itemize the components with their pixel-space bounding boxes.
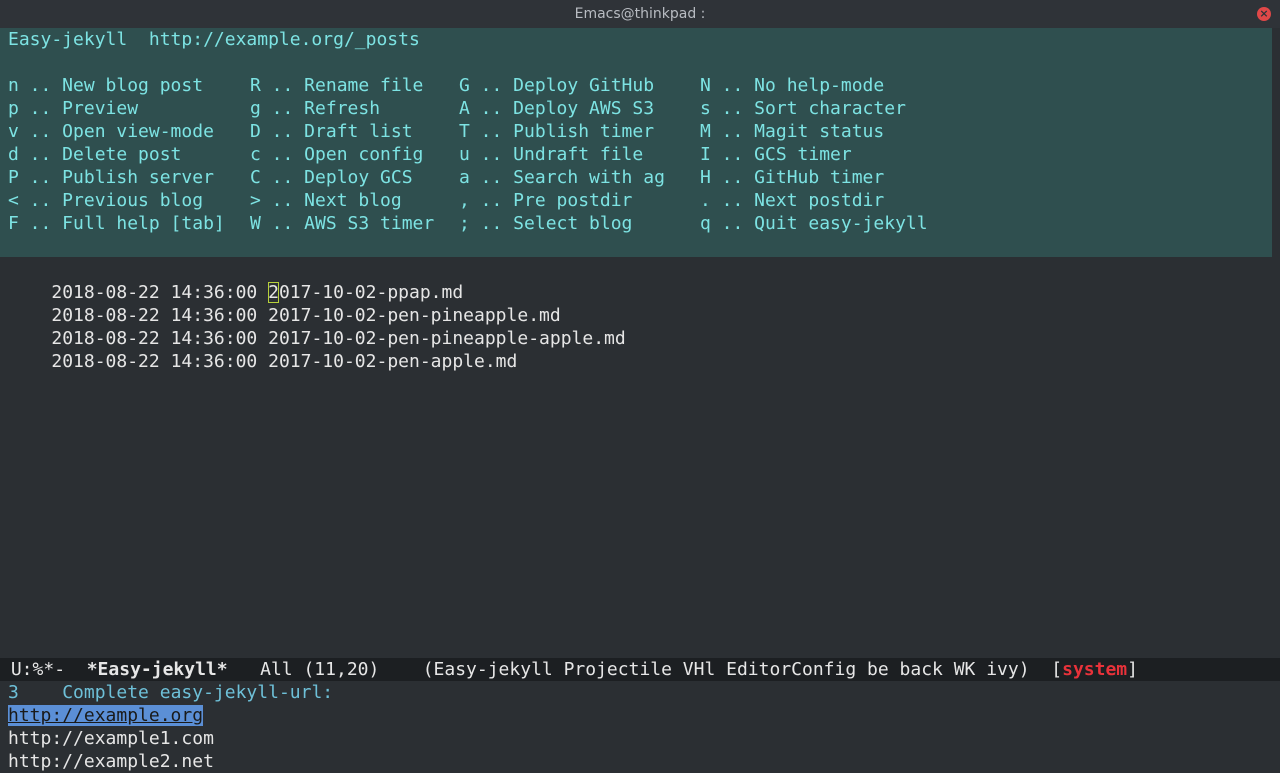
- post-row[interactable]: 2018-08-22 14:36:00 2017-10-02-ppap.md: [8, 258, 463, 303]
- post-row[interactable]: 2018-08-22 14:36:00 2017-10-02-pen-apple…: [8, 327, 517, 372]
- candidate-count: 3: [8, 682, 19, 703]
- help-row: p .. Preview g .. Refresh A .. Deploy AW…: [8, 97, 1272, 120]
- completion-candidate[interactable]: http://example1.com: [8, 728, 214, 749]
- modeline-position: All (11,20): [260, 659, 380, 680]
- post-filename: 2017-10-02-pen-apple.md: [268, 351, 518, 372]
- help-item: , .. Pre postdir: [459, 190, 633, 211]
- help-item: a .. Search with ag: [459, 167, 665, 188]
- header-title-line: Easy-jekyll http://example.org/_posts: [8, 29, 420, 50]
- completion-candidate[interactable]: http://example2.net: [8, 751, 214, 772]
- help-item: . .. Next postdir: [700, 190, 885, 211]
- help-item: H .. GitHub timer: [700, 167, 885, 188]
- help-item: W .. AWS S3 timer: [250, 213, 435, 234]
- help-row: n .. New blog post R .. Rename file G ..…: [8, 74, 1272, 97]
- post-row[interactable]: 2018-08-22 14:36:00 2017-10-02-pen-pinea…: [8, 281, 560, 326]
- help-item: c .. Open config: [250, 144, 424, 165]
- help-item: v .. Open view-mode: [8, 121, 214, 142]
- help-item: n .. New blog post: [8, 75, 204, 96]
- easy-jekyll-help-header: Easy-jekyll http://example.org/_posts n …: [0, 28, 1272, 257]
- help-item: D .. Draft list: [250, 121, 413, 142]
- modeline-bracket-close: ]: [1127, 659, 1138, 680]
- help-row: d .. Delete post c .. Open config u .. U…: [8, 143, 1272, 166]
- minibuffer-prompt-line: 3 Complete easy-jekyll-url:: [8, 681, 333, 704]
- modeline-system: system: [1062, 659, 1128, 680]
- post-row[interactable]: 2018-08-22 14:36:00 2017-10-02-pen-pinea…: [8, 304, 625, 349]
- help-item: P .. Publish server: [8, 167, 214, 188]
- help-row: F .. Full help [tab] W .. AWS S3 timer ;…: [8, 212, 1272, 235]
- help-item: N .. No help-mode: [700, 75, 885, 96]
- help-item: s .. Sort character: [700, 98, 906, 119]
- help-row: < .. Previous blog > .. Next blog , .. P…: [8, 189, 1272, 212]
- help-item: F .. Full help [tab]: [8, 213, 225, 234]
- close-icon[interactable]: ×: [1257, 7, 1271, 21]
- minibuffer: 3 Complete easy-jekyll-url: http://examp…: [0, 681, 1280, 773]
- help-item: d .. Delete post: [8, 144, 182, 165]
- post-date: 2018-08-22 14:36:00: [51, 351, 258, 372]
- help-item: T .. Publish timer: [459, 121, 655, 142]
- help-item: u .. Undraft file: [459, 144, 644, 165]
- help-row: v .. Open view-mode D .. Draft list T ..…: [8, 120, 1272, 143]
- mode-line: U:%*- *Easy-jekyll* All (11,20) (Easy-je…: [0, 658, 1280, 681]
- help-item: > .. Next blog: [250, 190, 402, 211]
- help-item: g .. Refresh: [250, 98, 381, 119]
- help-item: < .. Previous blog: [8, 190, 204, 211]
- help-item: q .. Quit easy-jekyll: [700, 213, 928, 234]
- window-titlebar: Emacs@thinkpad : ×: [0, 0, 1280, 28]
- modeline-buffer-name[interactable]: *Easy-jekyll*: [87, 659, 228, 680]
- help-item: C .. Deploy GCS: [250, 167, 413, 188]
- minibuffer-prompt[interactable]: Complete easy-jekyll-url:: [62, 682, 333, 703]
- completion-candidate-selected[interactable]: http://example.org: [8, 705, 204, 726]
- modeline-status: U:%*-: [10, 659, 66, 680]
- help-item: R .. Rename file: [250, 75, 424, 96]
- help-item: G .. Deploy GitHub: [459, 75, 655, 96]
- help-row: P .. Publish server C .. Deploy GCS a ..…: [8, 166, 1272, 189]
- help-item: M .. Magit status: [700, 121, 885, 142]
- window-title: Emacs@thinkpad :: [574, 6, 706, 22]
- modeline-bracket-open: [: [1051, 659, 1063, 680]
- help-item: A .. Deploy AWS S3: [459, 98, 655, 119]
- help-item: I .. GCS timer: [700, 144, 852, 165]
- help-item: p .. Preview: [8, 98, 139, 119]
- modeline-modes[interactable]: (Easy-jekyll Projectile VHl EditorConfig…: [423, 659, 1030, 680]
- help-item: ; .. Select blog: [459, 213, 633, 234]
